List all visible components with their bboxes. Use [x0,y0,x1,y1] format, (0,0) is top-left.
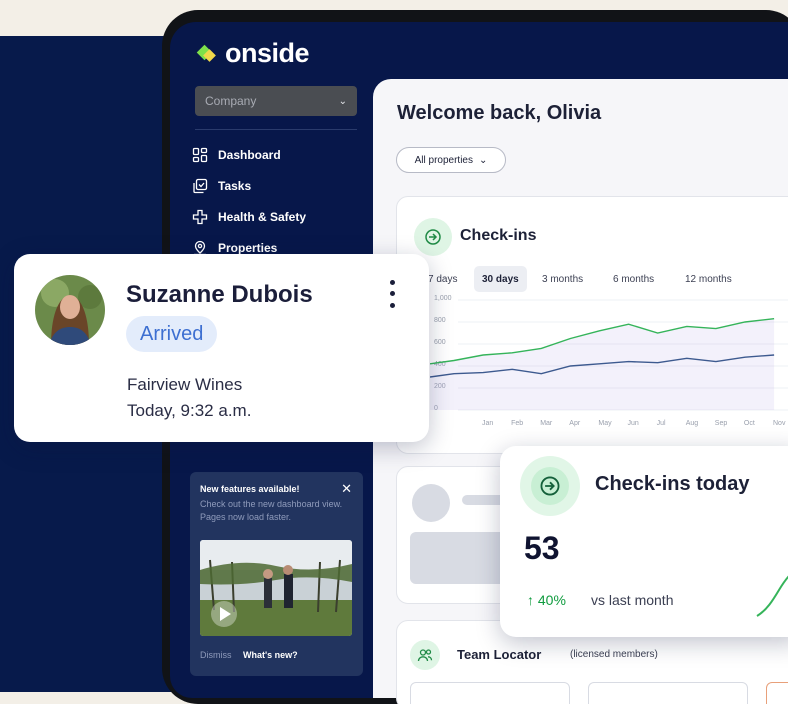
team-locator-subtitle: (licensed members) [570,649,658,660]
checkin-icon-inner [531,467,569,505]
tasks-icon [192,178,208,194]
x-tick-label: Sep [714,420,728,427]
sidebar-item-label: Health & Safety [218,209,307,224]
sidebar-divider [195,129,357,130]
logo-icon [196,43,218,65]
checkins-today-value: 53 [524,530,560,566]
range-3-months[interactable]: 3 months [534,266,591,292]
x-tick-label: Jun [627,420,639,427]
onside-logo[interactable]: onside [196,38,310,69]
sidebar-item-label: Properties [218,240,278,255]
x-tick-label: Jan [482,420,494,427]
range-30-days[interactable]: 30 days [474,266,527,292]
sidebar-nav: Dashboard Tasks Health & Safety Properti… [192,139,362,263]
x-tick-label: May [598,420,612,427]
company-select[interactable]: Company ⌄ [195,86,357,116]
sidebar-item-dashboard[interactable]: Dashboard [192,139,362,170]
health-safety-icon [192,209,208,225]
promo-text: Check out the new dashboard view. Pages … [200,499,343,522]
arrival-time: Today, 9:32 a.m. [127,401,252,420]
range-12-months[interactable]: 12 months [677,266,740,292]
checkin-icon [520,456,580,516]
promo-video-thumbnail[interactable] [200,540,352,636]
team-icon [410,640,440,670]
team-member-slot [766,682,788,704]
x-tick-label: Oct [743,420,755,427]
team-member-slot [410,682,570,704]
x-tick-label: Mar [540,420,553,427]
properties-filter-label: All properties [414,154,473,166]
team-member-slot [588,682,748,704]
more-options-icon[interactable] [385,277,399,311]
series-area [430,318,775,410]
dismiss-link[interactable]: Dismiss [200,650,232,660]
checkins-line-chart [430,299,788,411]
whats-new-link[interactable]: What's new? [243,650,298,660]
team-locator-title: Team Locator [457,647,542,662]
x-tick-label: Apr [569,420,581,427]
promo-actions: Dismiss What's new? [200,650,298,660]
sidebar-item-tasks[interactable]: Tasks [192,170,362,201]
status-badge: Arrived [126,316,218,352]
properties-filter[interactable]: All properties ⌄ [396,147,506,173]
comparison-label: vs last month [591,592,674,608]
avatar [35,275,105,345]
placeholder-avatar [412,484,450,522]
property-name: Fairview Wines [127,375,243,394]
promo-title: New features available! [200,484,300,494]
dashboard-icon [192,147,208,163]
x-tick-label: Nov [773,420,786,427]
range-6-months[interactable]: 6 months [605,266,662,292]
sparkline [756,575,788,617]
x-tick-label: Jul [656,420,666,427]
checkins-title: Check-ins [460,227,537,244]
sidebar-item-health-safety[interactable]: Health & Safety [192,201,362,232]
sidebar-item-label: Tasks [218,178,252,193]
sidebar-item-label: Dashboard [218,147,281,162]
page-title: Welcome back, Olivia [397,102,602,124]
close-icon[interactable]: ✕ [341,481,352,497]
chevron-down-icon: ⌄ [338,95,347,107]
logo-text: onside [225,38,310,68]
x-tick-label: Aug [685,420,699,427]
checkin-icon [414,218,452,256]
trend-up-percentage: ↑ 40% [527,592,566,608]
chevron-down-icon: ⌄ [478,154,488,166]
checkins-today-title: Check-ins today [595,473,750,495]
person-name: Suzanne Dubois [126,281,313,308]
placeholder-block [410,532,510,584]
x-tick-label: Feb [511,420,524,427]
company-select-value: Company [205,94,257,108]
